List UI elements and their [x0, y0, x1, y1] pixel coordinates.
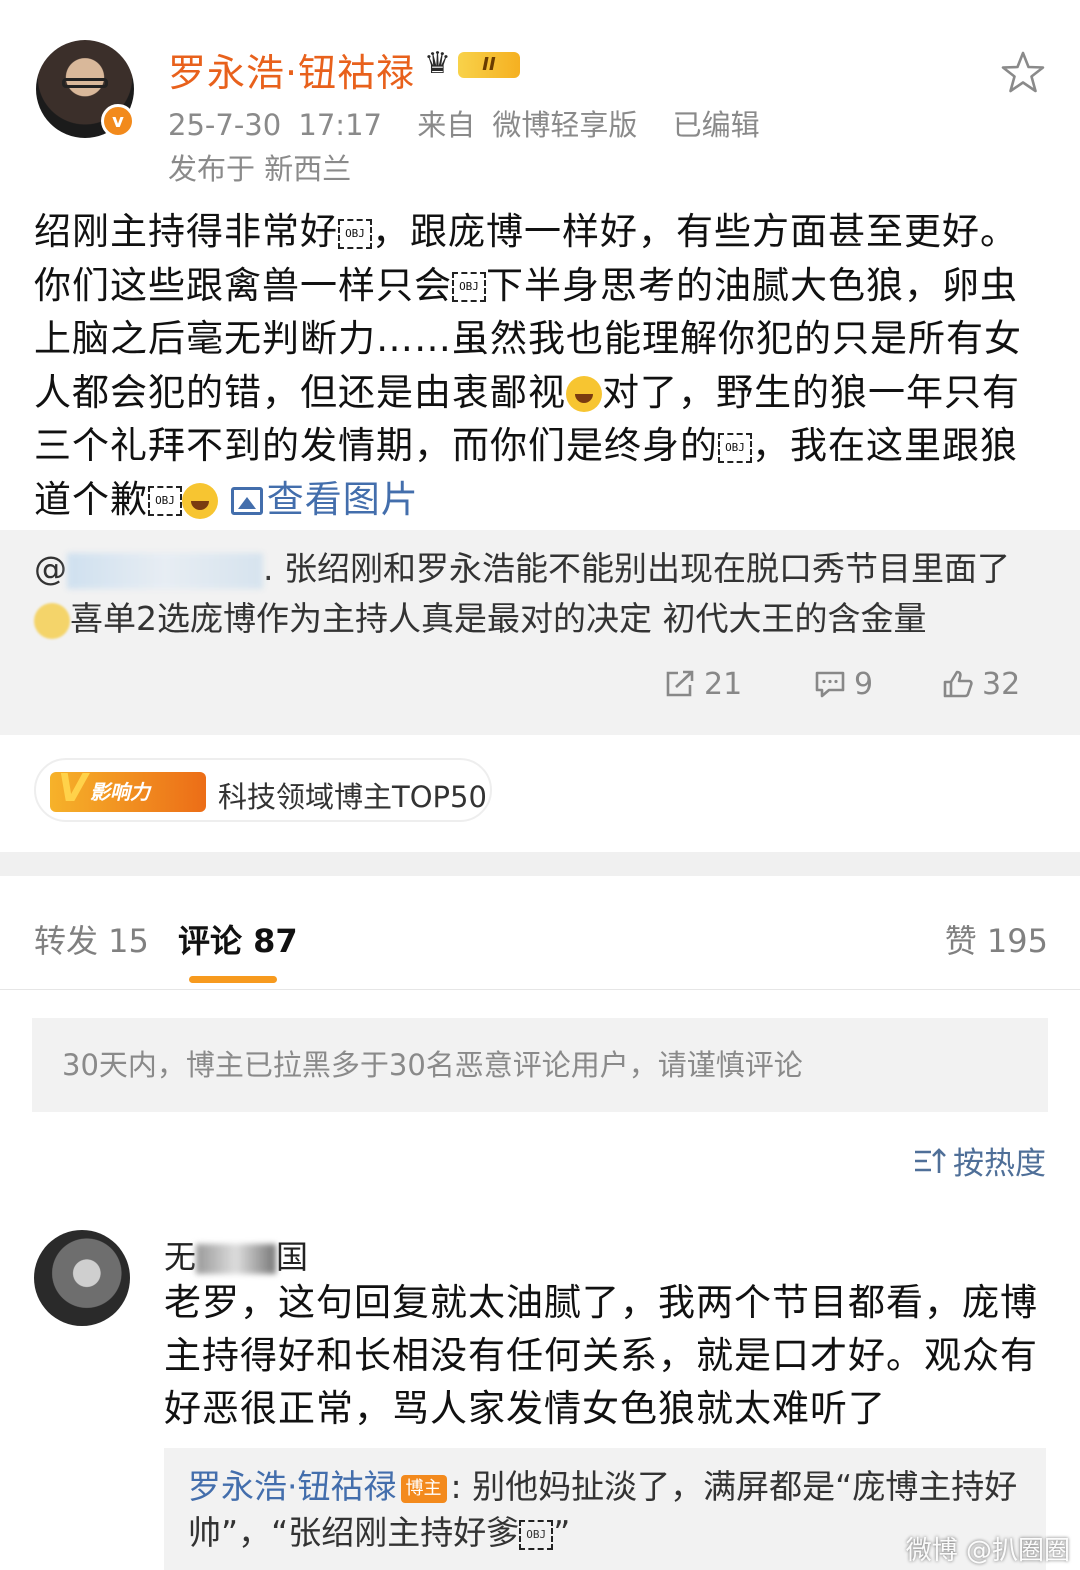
influence-label: 科技领域博主TOP50	[218, 780, 487, 814]
commenter-name-suffix: 国	[276, 1238, 309, 1276]
obj-placeholder: OBJ	[338, 218, 372, 249]
repost-at-sign: @	[34, 549, 67, 588]
influence-tag-label: 影响力	[90, 780, 150, 804]
sort-icon	[915, 1147, 946, 1173]
comment-count: 9	[854, 666, 874, 702]
interaction-tabs: 转发 15 评论 87 赞 195	[0, 876, 1080, 990]
influence-v-icon: V	[58, 766, 88, 810]
post-timestamp: 25-7-30 17:17	[168, 108, 382, 142]
post-header: v 罗永浩·钮祜禄 ♛ II 25-7-30 17:17 来自 微博轻享版 已编…	[0, 0, 1080, 195]
obj-placeholder: OBJ	[452, 272, 486, 302]
commenter-name[interactable]: 无国	[164, 1232, 308, 1278]
repost-action[interactable]: 21	[664, 664, 742, 704]
sort-label: 按热度	[953, 1146, 1046, 1182]
post-username[interactable]: 罗永浩·钮祜禄	[168, 42, 415, 97]
commenter-name-prefix: 无	[164, 1238, 197, 1276]
verified-badge-icon: v	[101, 104, 135, 138]
repost-line-1: . 张绍刚和罗永浩能不能别出现在脱口秀节目里面了	[263, 549, 1010, 588]
share-icon	[666, 670, 694, 697]
reply-text-end: ”	[553, 1513, 571, 1552]
blurred-emoji-icon	[34, 602, 70, 639]
view-images-label: 查看图片	[266, 477, 419, 521]
repost-count: 21	[704, 666, 743, 702]
laughing-emoji-icon	[182, 483, 218, 519]
obj-placeholder: OBJ	[519, 1519, 554, 1550]
influence-tag: V 影响力	[50, 768, 206, 812]
active-tab-indicator	[189, 976, 277, 983]
post-source[interactable]: 来自 微博轻享版	[417, 108, 637, 142]
post-edited-label[interactable]: 已编辑	[673, 108, 760, 142]
watermark: 微博 @扒圈圈	[905, 1536, 1070, 1566]
blurred-username	[67, 552, 263, 589]
blurred-commenter-name	[196, 1244, 277, 1274]
repost-line-2: 喜单2选庞博作为主持人真是最对的决定 初代大王的含金量	[70, 599, 927, 638]
favorite-star-icon[interactable]	[1000, 50, 1046, 96]
blogger-tag: 博主	[400, 1474, 447, 1503]
obj-placeholder: OBJ	[718, 432, 752, 463]
tab-repost[interactable]: 转发 15	[34, 916, 149, 962]
tab-comment[interactable]: 评论 87	[178, 916, 298, 962]
post-text-segment: 绍刚主持得非常好	[34, 210, 338, 253]
influence-badge[interactable]: V 影响力 科技领域博主TOP50	[34, 758, 492, 822]
comment-body: 老罗，这句回复就太油腻了，我两个节目都看，庞博主持得好和长相没有任何关系，就是口…	[164, 1281, 1038, 1430]
commenter-avatar[interactable]	[34, 1230, 130, 1326]
comment-notice: 30天内，博主已拉黑多于30名恶意评论用户，请谨慎评论	[32, 1018, 1048, 1112]
image-icon	[230, 487, 263, 515]
tab-like[interactable]: 赞 195	[945, 916, 1048, 962]
repost-box[interactable]: @ . 张绍刚和罗永浩能不能别出现在脱口秀节目里面了 喜单2选庞博作为主持人真是最…	[0, 530, 1080, 735]
thumbs-up-icon	[943, 670, 973, 698]
section-divider	[0, 852, 1080, 876]
sort-by-heat-button[interactable]: 按热度	[913, 1138, 1046, 1183]
post-meta: 25-7-30 17:17 来自 微博轻享版 已编辑	[168, 102, 778, 144]
comment-item: 无国 老罗，这句回复就太油腻了，我两个节目都看，庞博主持得好和长相没有任何关系，…	[0, 1210, 1080, 1570]
like-action[interactable]: 32	[942, 664, 1020, 704]
smirk-emoji-icon	[566, 376, 602, 412]
comment-icon	[815, 671, 845, 698]
avatar-glasses	[62, 78, 108, 88]
comment-action[interactable]: 9	[814, 664, 873, 704]
post-location: 发布于 新西兰	[168, 152, 352, 186]
vip-level-badge: II	[458, 52, 520, 78]
like-count: 32	[982, 666, 1021, 702]
post-body: 绍刚主持得非常好 OBJ ，跟庞博一样好，有些方面甚至更好。你们这些跟禽兽一样只会 O…	[34, 205, 1044, 526]
view-images-link[interactable]: 查看图片	[230, 477, 419, 521]
repost-text: @ . 张绍刚和罗永浩能不能别出现在脱口秀节目里面了 喜单2选庞博作为主持人真是最…	[34, 544, 1054, 644]
reply-author[interactable]: 罗永浩·钮祜禄	[188, 1467, 397, 1506]
vip-crown-badge[interactable]: ♛ II	[424, 46, 522, 82]
obj-placeholder: OBJ	[148, 486, 182, 516]
